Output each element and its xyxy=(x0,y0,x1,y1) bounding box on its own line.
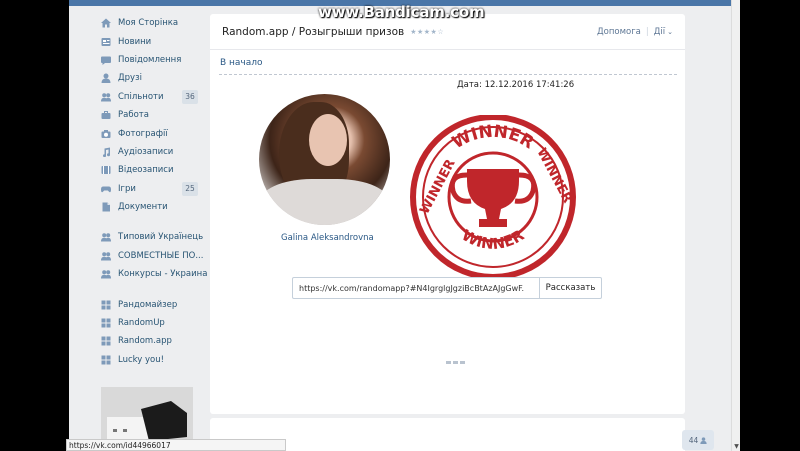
app-title[interactable]: Random.app / Розыгрыши призов xyxy=(222,26,404,38)
sidebar-item-label: СОВМЕСТНЫЕ ПО... xyxy=(118,250,204,261)
sidebar-separator xyxy=(101,283,201,295)
status-bar-url: https://vk.com/id44966017 xyxy=(66,439,286,451)
sidebar-item-label: Типовий Українець xyxy=(118,232,204,243)
draw-date: Дата: 12.12.2016 17:41:26 xyxy=(457,80,575,90)
sidebar-item-label: Спільноти xyxy=(118,91,164,102)
stamp-bottom-text: WINNER xyxy=(459,226,528,253)
sidebar-item-label: Ігри xyxy=(118,183,136,194)
group-icon xyxy=(101,232,111,242)
group-icon xyxy=(101,92,111,102)
music-icon xyxy=(101,147,111,157)
sidebar-item-main-8[interactable]: Відеозаписи xyxy=(101,161,201,179)
sidebar-item-label: Аудіозаписи xyxy=(118,146,174,157)
winner-avatar[interactable] xyxy=(259,94,390,225)
group-icon xyxy=(101,251,111,261)
news-icon xyxy=(101,37,111,47)
sidebar-item-group-1[interactable]: СОВМЕСТНЫЕ ПО... xyxy=(101,247,204,265)
browser-scrollbar[interactable]: ▼ xyxy=(731,0,740,451)
avatar-fur xyxy=(259,179,390,225)
sidebar-item-label: Lucky you! xyxy=(118,354,165,365)
rating-stars: ★★★★☆ xyxy=(410,27,445,36)
actions-dropdown[interactable]: Дії xyxy=(654,27,665,37)
message-icon xyxy=(101,55,111,65)
sidebar-main-menu: Моя Сторінка Новини Повідомлення Друзі Спіль… xyxy=(101,14,201,216)
recording-watermark: www.Bandicam.com xyxy=(318,3,485,21)
home-icon xyxy=(101,18,111,28)
header-divider: | xyxy=(645,26,649,37)
sidebar-item-label: Работа xyxy=(118,110,149,121)
sidebar-item-main-4[interactable]: Спільноти 36 xyxy=(101,88,201,106)
app-grid-icon xyxy=(101,336,111,346)
sidebar-separator xyxy=(101,216,201,228)
scroll-down-icon[interactable]: ▼ xyxy=(732,443,741,450)
document-icon xyxy=(101,202,111,212)
sidebar-groups-menu: Типовий Українець СОВМЕСТНЫЕ ПО... Конкурс… xyxy=(101,228,207,283)
user-icon xyxy=(101,73,111,84)
online-count: 44 xyxy=(688,435,699,445)
sidebar-item-group-0[interactable]: Типовий Українець xyxy=(101,228,204,246)
sidebar-item-main-2[interactable]: Повідомлення xyxy=(101,51,201,69)
header-actions: Допомога | Дії ⌄ xyxy=(597,27,673,37)
sidebar-item-label: Друзі xyxy=(118,73,142,84)
loader-dot xyxy=(460,361,465,364)
app-grid-icon xyxy=(101,300,111,310)
sidebar-item-label: Відеозаписи xyxy=(118,165,174,176)
app-grid-icon xyxy=(101,355,111,365)
sidebar-count-badge: 36 xyxy=(182,89,198,104)
sidebar-item-group-2[interactable]: Конкурсы - Украина xyxy=(101,265,207,283)
sidebar-item-label: Конкурсы - Украина xyxy=(118,269,208,280)
group-icon xyxy=(101,269,111,279)
video-icon xyxy=(101,165,111,175)
loader-dot xyxy=(446,361,451,364)
winner-stamp-icon: WINNER WINNER WINNER WINNER xyxy=(410,115,576,278)
sidebar-item-main-5[interactable]: Работа xyxy=(101,106,201,124)
briefcase-icon xyxy=(101,110,111,120)
sidebar-item-main-7[interactable]: Аудіозаписи xyxy=(101,143,201,161)
sidebar-item-main-3[interactable]: Друзі xyxy=(101,69,201,87)
sidebar-item-label: Новини xyxy=(118,36,152,47)
sidebar-item-label: Документи xyxy=(118,202,168,213)
sidebar-item-app-3[interactable]: Lucky you! xyxy=(101,351,201,369)
app-grid-icon xyxy=(101,318,111,328)
sidebar-item-label: Повідомлення xyxy=(118,54,182,65)
sidebar-item-main-1[interactable]: Новини xyxy=(101,32,201,50)
share-row: Рассказать xyxy=(292,277,602,299)
share-url-input[interactable] xyxy=(292,277,540,299)
back-to-start-link[interactable]: В начало xyxy=(220,58,263,68)
sidebar-item-main-9[interactable]: Ігри 25 xyxy=(101,180,201,198)
sidebar-item-label: Фотографії xyxy=(118,128,168,139)
sidebar-item-label: Random.app xyxy=(118,336,172,347)
help-link[interactable]: Допомога xyxy=(597,27,641,37)
sidebar-item-main-6[interactable]: Фотографії xyxy=(101,124,201,142)
left-sidebar: Моя Сторінка Новини Повідомлення Друзі Спіль… xyxy=(101,14,207,369)
sidebar-item-main-10[interactable]: Документи xyxy=(101,198,201,216)
loader-dot xyxy=(453,361,458,364)
camera-icon xyxy=(101,129,111,139)
avatar-face xyxy=(309,114,347,166)
winner-name-link[interactable]: Galina Aleksandrovna xyxy=(281,233,374,243)
online-friends-button[interactable]: 44 xyxy=(682,430,714,450)
vk-page: Моя Сторінка Новини Повідомлення Друзі Спіль… xyxy=(69,0,731,451)
svg-text:WINNER: WINNER xyxy=(459,226,528,253)
sidebar-apps-menu: Рандомайзер RandomUp Random.app Lucky you! xyxy=(101,295,201,369)
sidebar-item-label: Рандомайзер xyxy=(118,299,178,310)
loading-indicator xyxy=(446,361,466,364)
share-button[interactable]: Рассказать xyxy=(540,277,602,299)
dashed-divider xyxy=(219,74,677,75)
sidebar-item-app-0[interactable]: Рандомайзер xyxy=(101,295,201,313)
sidebar-count-badge: 25 xyxy=(182,181,198,196)
sidebar-item-label: RandomUp xyxy=(118,318,165,329)
chevron-down-icon: ⌄ xyxy=(667,27,673,36)
sidebar-item-main-0[interactable]: Моя Сторінка xyxy=(101,14,201,32)
app-panel: Random.app / Розыгрыши призов ★★★★☆ Допо… xyxy=(210,14,685,414)
sidebar-item-app-1[interactable]: RandomUp xyxy=(101,314,201,332)
gamepad-icon xyxy=(101,184,111,194)
user-icon xyxy=(700,436,707,444)
sidebar-item-label: Моя Сторінка xyxy=(118,18,179,29)
sidebar-item-app-2[interactable]: Random.app xyxy=(101,332,201,350)
